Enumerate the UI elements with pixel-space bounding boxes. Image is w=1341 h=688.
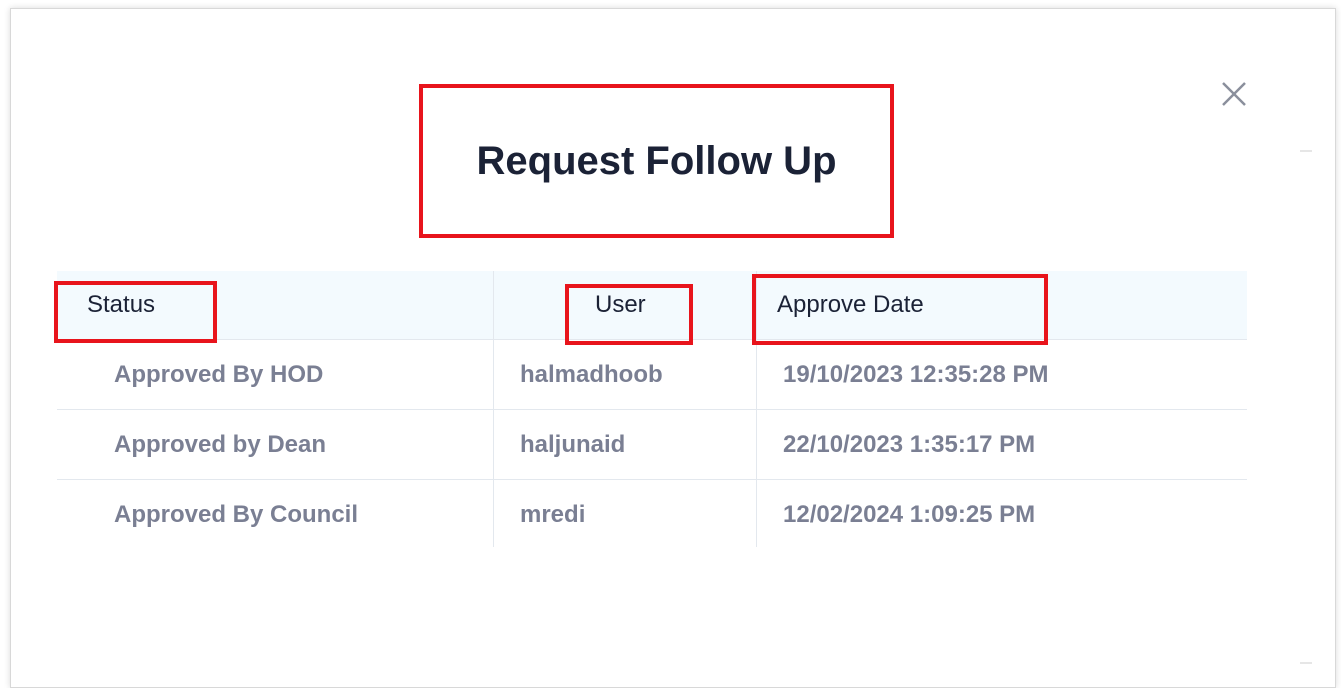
- cell-approve-date: 12/02/2024 1:09:25 PM: [783, 500, 1036, 528]
- cell-user: halmadhoob: [520, 360, 663, 388]
- cell-user: mredi: [520, 500, 586, 528]
- column-divider: [493, 271, 494, 547]
- status-header-highlight-box: [54, 281, 217, 343]
- table-row: Approved By Council mredi 12/02/2024 1:0…: [57, 480, 1247, 549]
- cell-status: Approved By HOD: [114, 360, 324, 388]
- scroll-up-indicator: [1300, 150, 1312, 152]
- close-button[interactable]: [1220, 80, 1250, 110]
- user-header-highlight-box: [565, 284, 693, 345]
- scroll-down-indicator: [1300, 662, 1312, 664]
- table-row: Approved By HOD halmadhoob 19/10/2023 12…: [57, 340, 1247, 410]
- cell-status: Approved By Council: [114, 500, 359, 528]
- title-highlight-box: [419, 84, 894, 238]
- close-icon: [1222, 82, 1246, 106]
- cell-status: Approved by Dean: [114, 430, 327, 458]
- table-row: Approved by Dean haljunaid 22/10/2023 1:…: [57, 410, 1247, 480]
- cell-approve-date: 22/10/2023 1:35:17 PM: [783, 430, 1036, 458]
- cell-user: haljunaid: [520, 430, 626, 458]
- cell-approve-date: 19/10/2023 12:35:28 PM: [783, 360, 1049, 388]
- approve-date-header-highlight-box: [752, 274, 1048, 345]
